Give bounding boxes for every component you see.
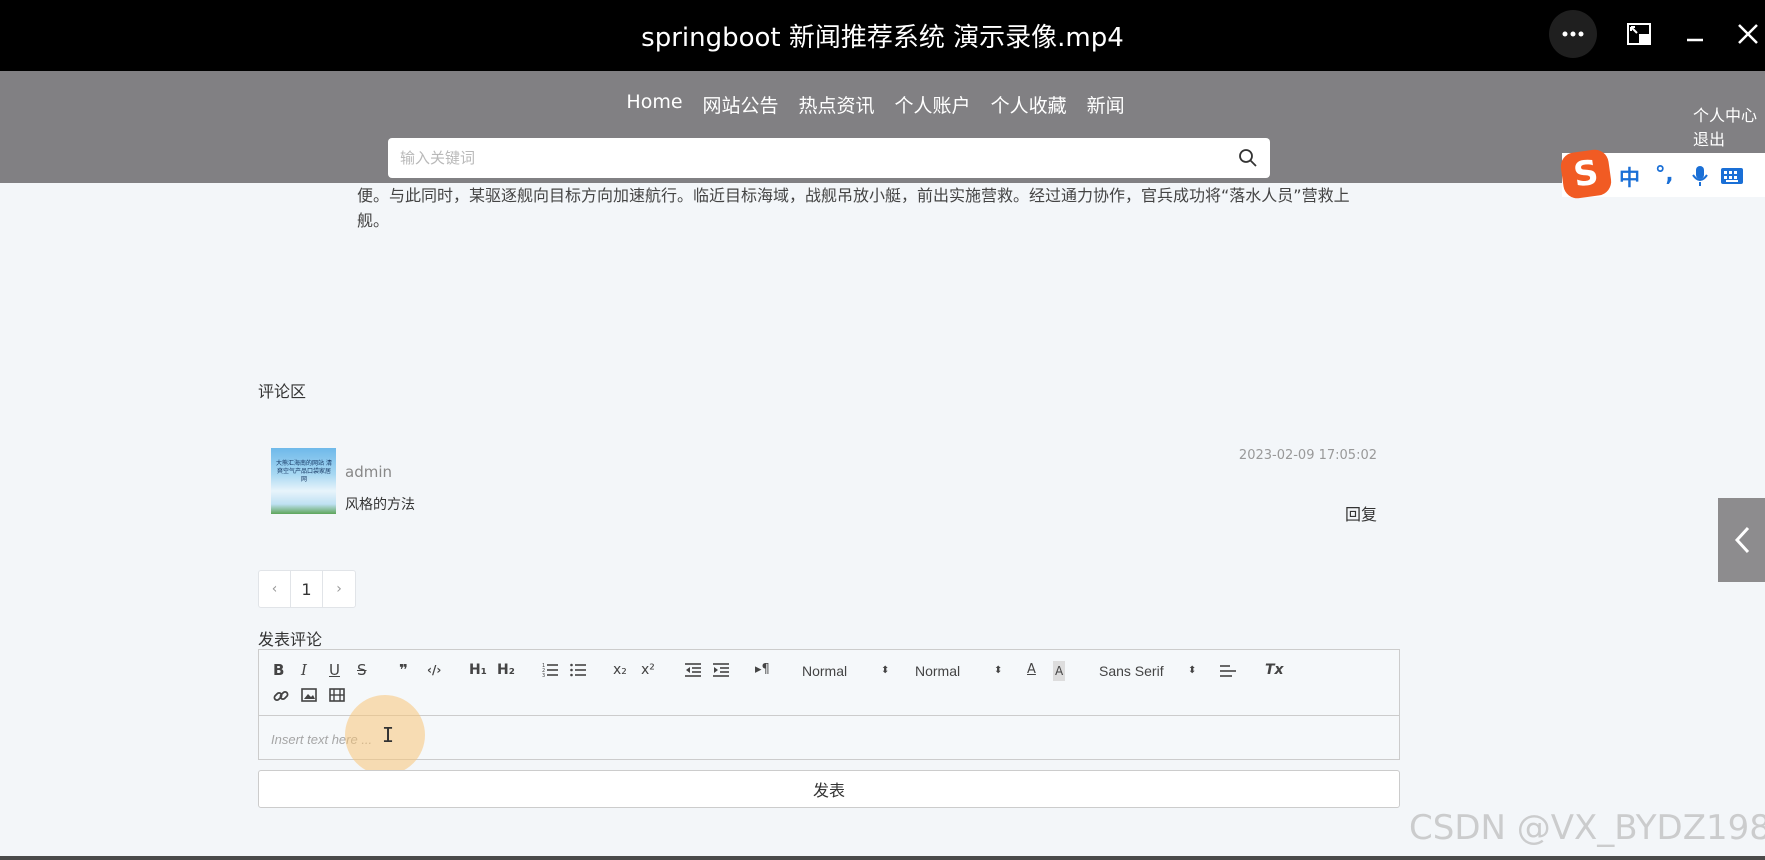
search-input[interactable] bbox=[400, 146, 1220, 170]
minimize-button[interactable] bbox=[1671, 10, 1719, 58]
italic-button[interactable]: I bbox=[301, 660, 307, 680]
underline-button[interactable]: U bbox=[329, 660, 340, 680]
blockquote-button[interactable]: ❞ bbox=[399, 660, 408, 680]
page-1-button[interactable]: 1 bbox=[291, 571, 323, 607]
size-select-value: Normal bbox=[802, 663, 848, 679]
ime-punct-toggle[interactable]: °, bbox=[1655, 162, 1673, 186]
ime-toolbar: S 中 °, bbox=[1559, 147, 1765, 201]
h1-button[interactable]: H₁ bbox=[469, 660, 487, 680]
watermark: CSDN @VX_BYDZ1988 bbox=[1409, 808, 1765, 848]
header-select-value: Normal bbox=[915, 663, 961, 679]
image-icon[interactable] bbox=[301, 688, 317, 702]
nav-home[interactable]: Home bbox=[626, 91, 682, 118]
nav-hot-news[interactable]: 热点资讯 bbox=[799, 91, 875, 118]
background-color-button[interactable]: A bbox=[1053, 661, 1066, 681]
player-title-bar: springboot 新闻推荐系统 演示录像.mp4 bbox=[0, 0, 1765, 71]
text-direction-button[interactable]: ▸¶ bbox=[755, 660, 770, 680]
nav-announcements[interactable]: 网站公告 bbox=[703, 91, 779, 118]
nav-news[interactable]: 新闻 bbox=[1087, 91, 1125, 118]
bottom-divider bbox=[0, 856, 1765, 860]
post-comment-title: 发表评论 bbox=[258, 630, 323, 649]
code-block-button[interactable]: ‹/› bbox=[427, 660, 441, 680]
size-select-caret-icon: ⬍ bbox=[881, 665, 890, 676]
ime-logo[interactable]: S bbox=[1559, 147, 1613, 201]
h2-button[interactable]: H₂ bbox=[497, 660, 515, 680]
svg-text:3: 3 bbox=[542, 673, 545, 677]
pagination: ‹ 1 › bbox=[258, 570, 356, 608]
more-button[interactable] bbox=[1549, 10, 1597, 58]
size-select[interactable]: Normal ⬍ bbox=[802, 661, 889, 681]
text-cursor-icon: I bbox=[382, 723, 395, 747]
nav-account[interactable]: 个人账户 bbox=[895, 91, 971, 118]
comments-title: 评论区 bbox=[258, 382, 307, 401]
strike-button[interactable]: S bbox=[357, 660, 367, 680]
main-nav: Home 网站公告 热点资讯 个人账户 个人收藏 新闻 bbox=[0, 91, 1765, 118]
ellipsis-icon bbox=[1562, 31, 1584, 37]
side-panel-toggle[interactable] bbox=[1718, 498, 1765, 582]
chevron-left-icon bbox=[1734, 526, 1749, 554]
ime-mode-toggle[interactable]: 中 bbox=[1619, 162, 1640, 192]
search-icon[interactable] bbox=[1238, 148, 1258, 168]
user-center-link[interactable]: 个人中心 bbox=[1693, 104, 1757, 128]
avatar-caption: 大熊汇海南的网站 清爽空气产品口袋家居网 bbox=[276, 460, 332, 483]
article-body: 便。与此同时，某驱逐舰向目标方向加速航行。临近目标海域，战舰吊放小艇，前出实施营… bbox=[357, 186, 1350, 230]
microphone-icon[interactable] bbox=[1692, 165, 1708, 187]
ordered-list-icon[interactable]: 123 bbox=[542, 663, 558, 677]
clean-format-button[interactable]: Tx bbox=[1265, 660, 1284, 680]
video-icon[interactable] bbox=[329, 688, 345, 702]
bullet-list-icon[interactable] bbox=[570, 663, 586, 677]
header-select-caret-icon: ⬍ bbox=[994, 665, 1003, 676]
prev-page-button[interactable]: ‹ bbox=[259, 571, 291, 607]
font-select-value: Sans Serif bbox=[1099, 663, 1164, 679]
indent-icon[interactable] bbox=[713, 663, 729, 677]
comment-avatar: 大熊汇海南的网站 清爽空气产品口袋家居网 bbox=[271, 448, 336, 514]
keyboard-icon[interactable] bbox=[1720, 167, 1744, 185]
site-header: Home 网站公告 热点资讯 个人账户 个人收藏 新闻 个人中心 退出 bbox=[0, 71, 1765, 183]
header-select[interactable]: Normal ⬍ bbox=[915, 661, 1002, 681]
bold-button[interactable]: B bbox=[273, 660, 284, 680]
minimize-icon bbox=[1687, 38, 1703, 42]
subscript-button[interactable]: x₂ bbox=[613, 660, 627, 680]
submit-comment-button[interactable]: 发表 bbox=[258, 770, 1400, 808]
user-links: 个人中心 退出 bbox=[1693, 104, 1757, 152]
text-color-button[interactable]: A bbox=[1027, 660, 1036, 680]
exit-pip-button[interactable] bbox=[1615, 10, 1663, 58]
rich-text-editor: B I U S ❞ ‹/› H₁ H₂ 123 x₂ x² ▸¶ Normal ⬍… bbox=[258, 649, 1400, 760]
font-select-caret-icon: ⬍ bbox=[1188, 665, 1197, 676]
comment-text: 风格的方法 bbox=[345, 497, 415, 513]
reply-link[interactable]: 回复 bbox=[1345, 501, 1377, 525]
exit-picture-in-picture-icon bbox=[1627, 23, 1651, 45]
video-title: springboot 新闻推荐系统 演示录像.mp4 bbox=[641, 23, 1124, 53]
close-button[interactable] bbox=[1724, 10, 1765, 58]
font-select[interactable]: Sans Serif ⬍ bbox=[1099, 661, 1196, 681]
editor-toolbar: B I U S ❞ ‹/› H₁ H₂ 123 x₂ x² ▸¶ Normal ⬍… bbox=[259, 650, 1399, 716]
logout-link[interactable]: 退出 bbox=[1693, 128, 1757, 152]
align-icon[interactable] bbox=[1220, 664, 1236, 678]
comment-username: admin bbox=[345, 463, 392, 481]
comment-timestamp: 2023-02-09 17:05:02 bbox=[1238, 448, 1377, 463]
next-page-button[interactable]: › bbox=[323, 571, 355, 607]
link-icon[interactable] bbox=[273, 688, 289, 704]
close-icon bbox=[1738, 24, 1758, 44]
search-bar bbox=[388, 138, 1270, 178]
outdent-icon[interactable] bbox=[685, 663, 701, 677]
superscript-button[interactable]: x² bbox=[641, 660, 655, 680]
nav-favorites[interactable]: 个人收藏 bbox=[991, 91, 1067, 118]
